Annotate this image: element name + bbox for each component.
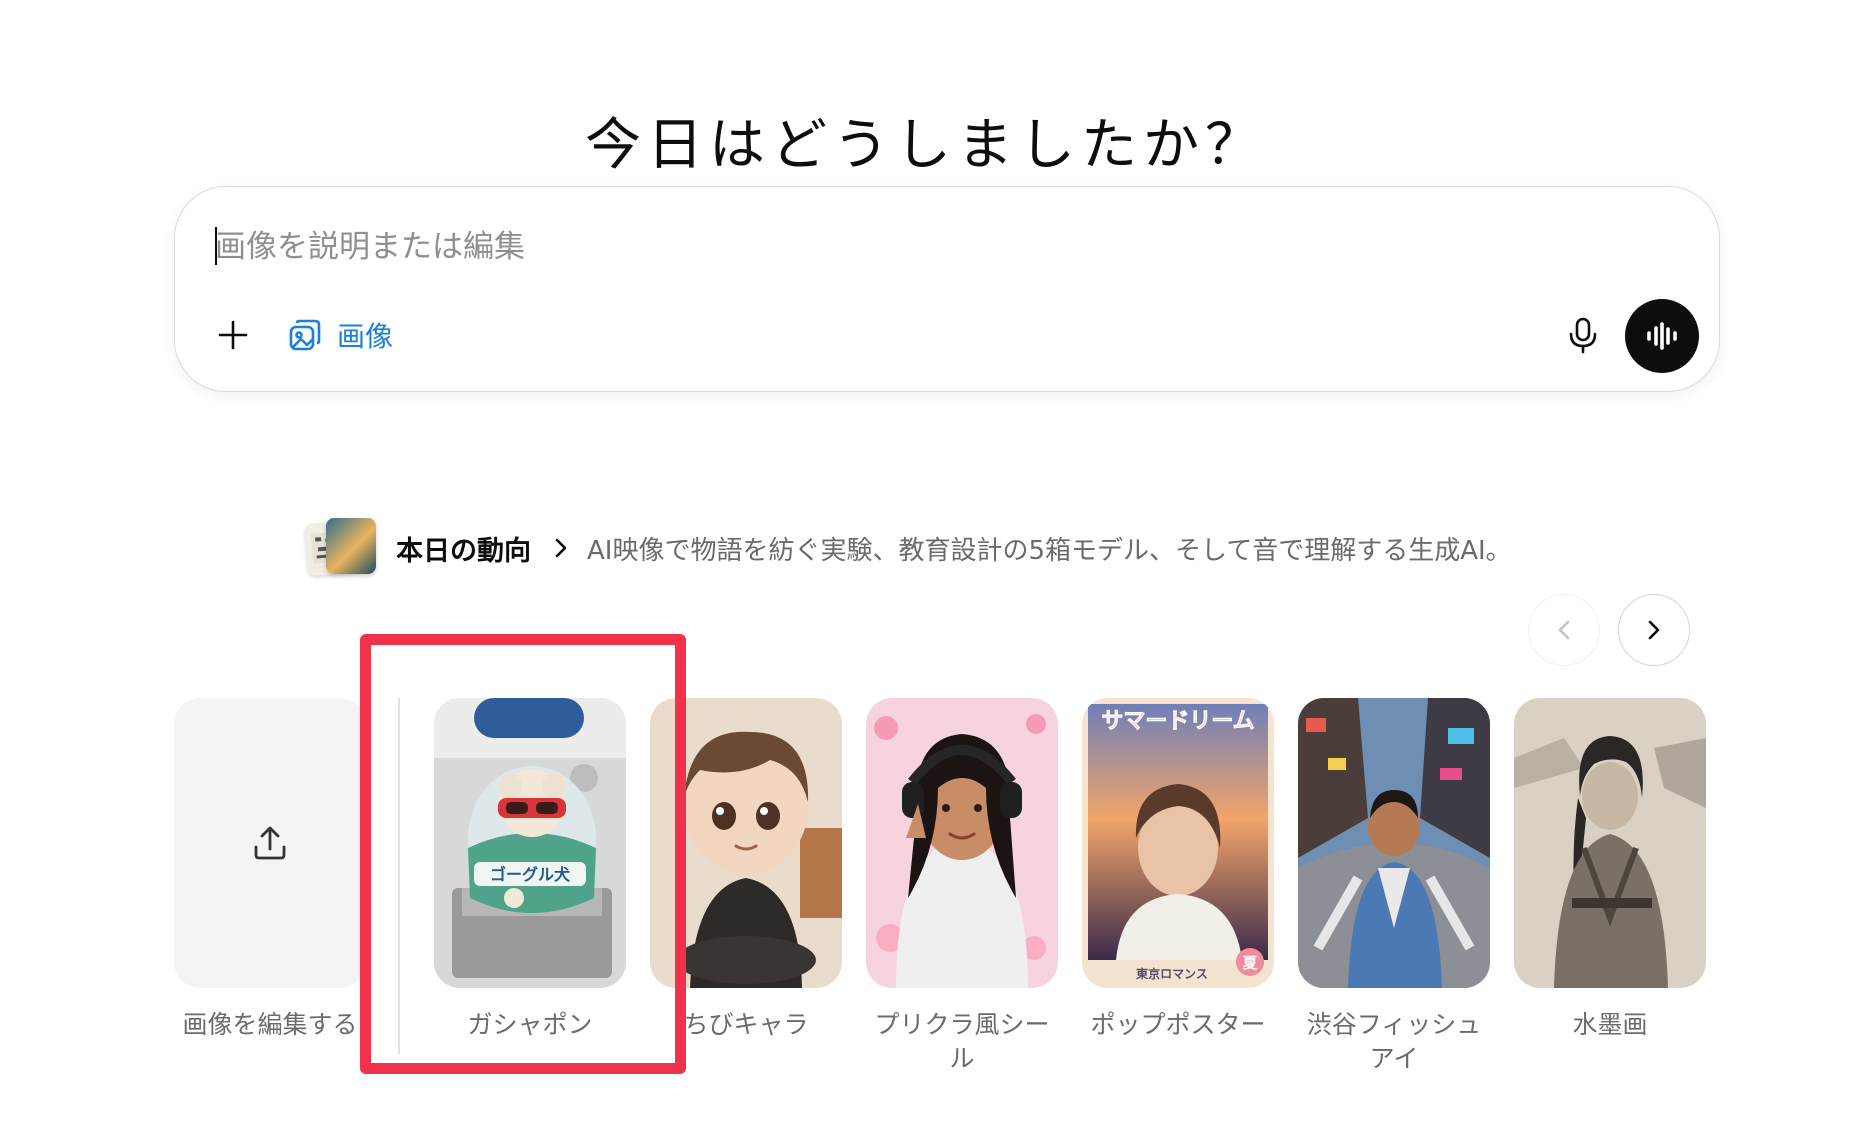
style-card-gashapon[interactable]: ゴーグル犬 ガシャポン <box>434 698 626 1042</box>
poster-thumb-footer: 東京ロマンス <box>1136 966 1208 981</box>
card-label: 画像を編集する <box>182 1010 358 1039</box>
prompt-composer: 画像 <box>174 186 1720 392</box>
chevron-left-icon <box>1558 620 1570 640</box>
style-card-shibuya-fisheye[interactable]: 渋谷フィッシュアイ <box>1298 698 1490 1076</box>
chevron-right-icon <box>1648 620 1660 640</box>
style-card-edit-image[interactable]: 画像を編集する <box>174 698 366 1042</box>
trending-row[interactable]: 本日の動向 AI映像で物語を紡ぐ実験、教育設計の5箱モデル、そして音で理解する生… <box>302 516 1512 580</box>
card-label: 渋谷フィッシュアイ <box>1306 1010 1482 1073</box>
style-card-ink-painting[interactable]: 水墨画 <box>1514 698 1706 1042</box>
upload-icon <box>254 826 286 860</box>
trending-description: AI映像で物語を紡ぐ実験、教育設計の5箱モデル、そして音で理解する生成AI。 <box>587 535 1512 566</box>
card-image: ゴーグル犬 <box>434 698 626 988</box>
image-mode-button[interactable]: 画像 <box>287 309 393 361</box>
image-generation-page: 今日はどうしましたか？ 画像を説明または編集 画像 本日の動向 AI映像で物語を… <box>0 0 1852 1126</box>
card-image <box>174 698 366 988</box>
card-label: ガシャポン <box>467 1010 593 1039</box>
voice-mode-button[interactable] <box>1625 299 1699 373</box>
card-image: サマードリーム 東京ロマンス 夏 <box>1082 698 1274 988</box>
dictate-button[interactable] <box>1555 307 1611 363</box>
card-image <box>1514 698 1706 988</box>
style-card-pop-poster[interactable]: サマードリーム 東京ロマンス 夏 ポップポスター <box>1082 698 1274 1042</box>
trending-thumbnail <box>302 516 376 580</box>
card-image <box>650 698 842 988</box>
add-attachment-button[interactable] <box>209 311 257 359</box>
style-card-chibi[interactable]: ちびキャラ <box>650 698 842 1042</box>
card-image <box>866 698 1058 988</box>
style-card-purikura[interactable]: プリクラ風シール <box>866 698 1058 1076</box>
poster-thumb-title: サマードリーム <box>1101 709 1254 734</box>
card-label: プリクラ風シール <box>874 1010 1050 1073</box>
text-caret <box>215 227 217 265</box>
carousel-divider <box>398 698 400 1054</box>
chevron-right-icon <box>553 536 569 560</box>
voice-waveform-icon <box>1647 322 1677 350</box>
prompt-input[interactable] <box>215 221 1515 273</box>
gashapon-thumb-text: ゴーグル犬 <box>490 865 571 884</box>
microphone-icon <box>1569 317 1597 354</box>
carousel-prev-button[interactable] <box>1528 594 1600 666</box>
card-label: 水墨画 <box>1572 1010 1648 1039</box>
carousel-next-button[interactable] <box>1618 594 1690 666</box>
card-label: ちびキャラ <box>683 1010 809 1039</box>
images-icon <box>289 319 321 351</box>
trending-title: 本日の動向 <box>396 535 531 567</box>
plus-icon <box>218 320 248 350</box>
page-heading: 今日はどうしましたか？ <box>585 113 1267 178</box>
poster-thumb-badge: 夏 <box>1241 954 1258 972</box>
card-image <box>1298 698 1490 988</box>
image-mode-label: 画像 <box>337 320 394 353</box>
card-label: ポップポスター <box>1090 1010 1266 1039</box>
